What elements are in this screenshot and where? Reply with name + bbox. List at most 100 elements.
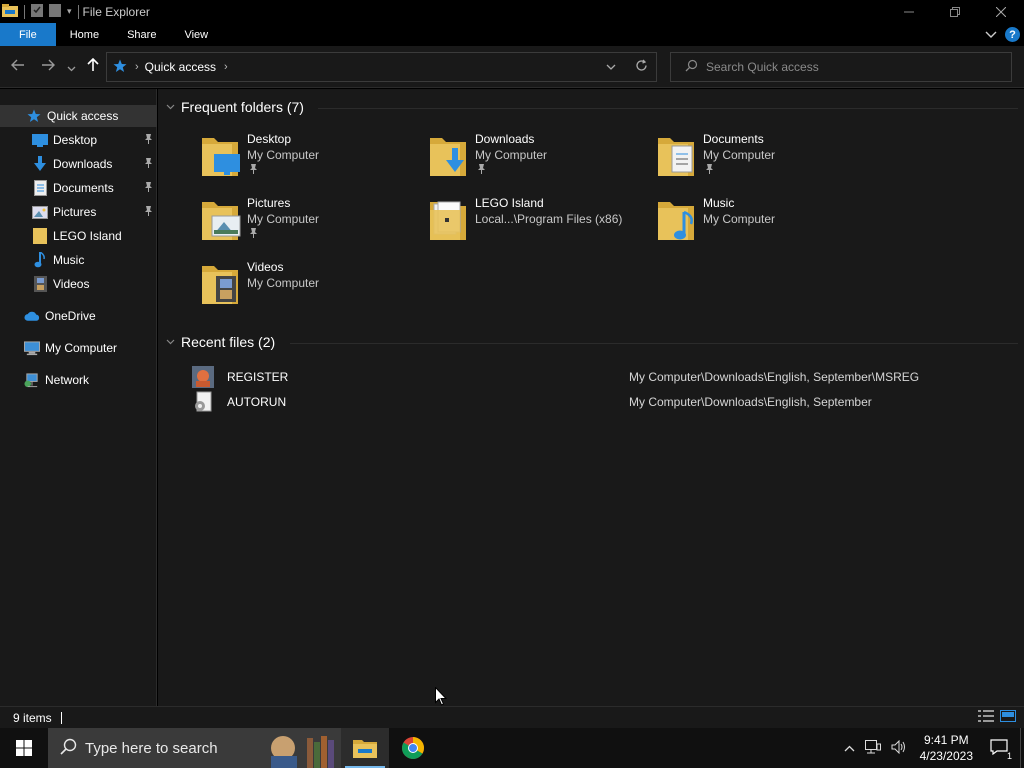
taskbar-search-placeholder: Type here to search — [85, 739, 218, 757]
notification-count: 1 — [1006, 750, 1012, 761]
sidebar-item-desktop[interactable]: Desktop — [0, 129, 157, 151]
folder-tile-pictures[interactable]: Pictures My Computer — [200, 196, 420, 252]
sidebar-item-network[interactable]: Network — [0, 369, 157, 391]
chrome-icon — [402, 737, 424, 759]
sidebar-item-label: Pictures — [53, 205, 97, 219]
breadcrumb-separator-icon[interactable]: › — [135, 61, 139, 73]
tab-view[interactable]: View — [170, 23, 222, 46]
tab-share[interactable]: Share — [113, 23, 170, 46]
sidebar-item-lego-island[interactable]: LEGO Island — [0, 225, 157, 247]
back-button[interactable] — [11, 58, 25, 75]
frequent-folders-header[interactable]: Frequent folders (7) — [166, 99, 304, 115]
ribbon-tabs: File Home Share View ? — [0, 23, 1024, 46]
list-item[interactable]: AUTORUN My Computer\Downloads\English, S… — [192, 391, 992, 413]
folder-name: Downloads — [475, 132, 535, 146]
recent-files-header[interactable]: Recent files (2) — [166, 334, 275, 350]
expand-ribbon-icon[interactable] — [985, 28, 997, 42]
address-history-dropdown-icon[interactable] — [596, 60, 626, 74]
volume-icon[interactable] — [891, 739, 907, 757]
sidebar-item-my-computer[interactable]: My Computer — [0, 337, 157, 359]
pin-icon — [249, 228, 258, 241]
collapse-chevron-icon[interactable] — [166, 102, 175, 113]
window-title: File Explorer — [82, 4, 150, 19]
collapse-chevron-icon[interactable] — [166, 337, 175, 348]
clock[interactable]: 9:41 PM 4/23/2023 — [920, 732, 973, 764]
network-status-icon[interactable] — [864, 739, 881, 757]
taskbar-chrome[interactable] — [389, 728, 437, 768]
pin-icon — [144, 205, 153, 219]
pin-icon — [144, 181, 153, 195]
folder-location: My Computer — [247, 212, 320, 226]
folder-tile-videos[interactable]: Videos My Computer — [200, 260, 420, 316]
list-item[interactable]: REGISTER My Computer\Downloads\English, … — [192, 366, 992, 388]
windows-logo-icon — [16, 740, 32, 756]
properties-icon[interactable] — [31, 3, 43, 20]
desktop-icon — [32, 132, 48, 148]
notifications-icon[interactable]: 1 — [990, 738, 1012, 761]
new-folder-icon[interactable] — [49, 3, 61, 20]
restore-button[interactable] — [932, 0, 978, 23]
minimize-button[interactable] — [886, 0, 932, 23]
large-icons-view-icon[interactable] — [1000, 710, 1016, 725]
tab-file[interactable]: File — [0, 23, 56, 46]
breadcrumb-quick-access[interactable]: Quick access — [145, 60, 216, 74]
star-icon — [26, 108, 42, 124]
customize-toolbar-icon[interactable]: ▾ — [67, 6, 72, 17]
explorer-app-icon[interactable] — [2, 3, 18, 20]
download-arrow-icon — [32, 156, 48, 172]
sidebar-item-quick-access[interactable]: Quick access — [0, 105, 157, 127]
clock-date: 4/23/2023 — [919, 749, 973, 763]
document-icon — [32, 180, 48, 196]
downloads-folder-icon — [428, 134, 470, 181]
folder-tile-documents[interactable]: Documents My Computer — [656, 132, 876, 188]
taskbar-search-box[interactable]: Type here to search — [48, 728, 341, 768]
sidebar-item-videos[interactable]: Videos — [0, 273, 157, 295]
folder-name: LEGO Island — [475, 196, 544, 210]
close-button[interactable] — [978, 0, 1024, 23]
tab-home[interactable]: Home — [56, 23, 113, 46]
recent-locations-button[interactable] — [67, 60, 76, 76]
sidebar-item-pictures[interactable]: Pictures — [0, 201, 157, 223]
folder-name: Desktop — [247, 132, 292, 146]
folder-location: My Computer — [703, 212, 776, 226]
pin-icon — [144, 157, 153, 171]
up-button[interactable] — [86, 57, 100, 75]
group-divider — [290, 343, 1018, 344]
documents-folder-icon — [656, 134, 698, 181]
folder-tile-desktop[interactable]: Desktop My Computer — [200, 132, 420, 188]
refresh-icon[interactable] — [626, 59, 656, 75]
file-name: REGISTER — [227, 370, 289, 384]
music-folder-icon — [656, 198, 698, 245]
forward-button[interactable] — [41, 58, 55, 75]
folder-location: My Computer — [475, 148, 548, 162]
search-highlight-image[interactable] — [267, 728, 341, 768]
show-hidden-icons-icon[interactable] — [844, 741, 855, 755]
group-title: Recent files (2) — [181, 334, 276, 350]
clock-time: 9:41 PM — [923, 733, 969, 747]
title-bar: ▾ File Explorer — [0, 0, 1024, 23]
show-desktop-button[interactable] — [1020, 728, 1024, 768]
details-view-icon[interactable] — [978, 710, 994, 725]
folder-tile-downloads[interactable]: Downloads My Computer — [428, 132, 648, 188]
file-explorer-icon — [353, 740, 377, 758]
sidebar-item-documents[interactable]: Documents — [0, 177, 157, 199]
search-input[interactable] — [706, 60, 1006, 74]
help-icon[interactable]: ? — [1005, 27, 1020, 42]
address-bar[interactable]: › Quick access › — [106, 52, 657, 82]
sidebar-item-onedrive[interactable]: OneDrive — [0, 305, 157, 327]
sidebar-item-music[interactable]: Music — [0, 249, 157, 271]
start-button[interactable] — [0, 728, 48, 768]
autorun-file-icon — [192, 391, 214, 413]
lego-island-folder-icon — [428, 198, 470, 245]
taskbar-file-explorer[interactable] — [341, 728, 389, 768]
folder-location: My Computer — [703, 148, 776, 162]
file-path: My Computer\Downloads\English, September… — [629, 370, 920, 384]
breadcrumb-chevron-icon[interactable]: › — [224, 61, 228, 73]
sidebar-item-label: Desktop — [53, 133, 98, 147]
folder-tile-music[interactable]: Music My Computer — [656, 196, 876, 252]
mouse-cursor-icon — [435, 686, 448, 709]
search-box[interactable] — [670, 52, 1012, 82]
network-icon — [24, 372, 40, 388]
sidebar-item-downloads[interactable]: Downloads — [0, 153, 157, 175]
folder-tile-lego-island[interactable]: LEGO Island Local...\Program Files (x86) — [428, 196, 648, 252]
